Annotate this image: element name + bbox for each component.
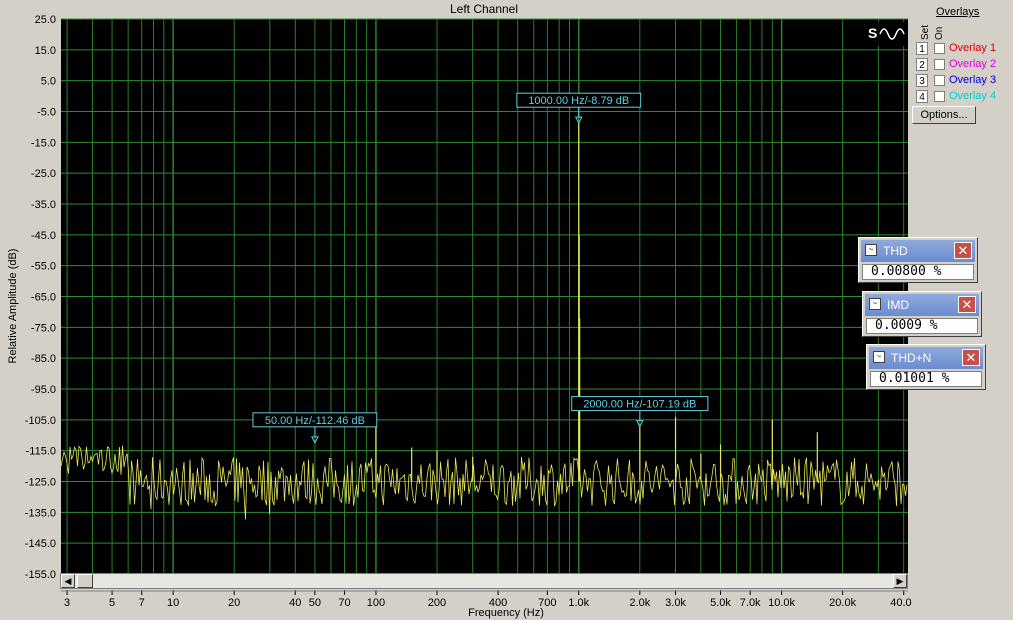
meter-titlebar[interactable]: ~ THD+N ✕ <box>869 347 983 369</box>
y-tick-label: -135.0 <box>25 507 56 519</box>
marker-label: 50.00 Hz/-112.46 dB <box>265 415 365 427</box>
y-tick-label: -15.0 <box>31 137 56 149</box>
overlay-set-button[interactable]: 3 <box>916 74 928 87</box>
x-tick-label: 1.0k <box>568 597 589 609</box>
x-tick-label: 50 <box>309 597 321 609</box>
overlay-label: Overlay 2 <box>949 58 997 70</box>
x-tick-label: 10 <box>167 597 179 609</box>
options-button[interactable]: Options... <box>912 106 976 124</box>
y-tick-label: 15.0 <box>35 45 56 57</box>
on-header: On <box>934 26 945 40</box>
overlay-checkbox[interactable] <box>934 43 945 54</box>
y-tick-label: -145.0 <box>25 538 56 550</box>
close-icon[interactable]: ✕ <box>954 242 972 259</box>
y-tick-label: -115.0 <box>26 446 56 458</box>
x-tick-label: 3 <box>64 597 70 609</box>
meter-name: IMD <box>887 298 909 312</box>
y-tick-label: -25.0 <box>31 168 56 180</box>
spectrum-chart[interactable]: 1000.00 Hz/-8.79 dB 50.00 Hz/-112.46 dB 20… <box>0 0 912 620</box>
marker-label: 2000.00 Hz/-107.19 dB <box>583 399 696 411</box>
y-tick-label: 25.0 <box>35 14 56 26</box>
meter-name: THD <box>883 244 908 258</box>
overlay-checkbox[interactable] <box>934 59 945 70</box>
x-tick-label: 100 <box>367 597 385 609</box>
y-tick-label: 5.0 <box>41 76 56 88</box>
x-tick-label: 40 <box>289 597 301 609</box>
x-tick-label: 7.0k <box>740 597 761 609</box>
y-tick-label: -45.0 <box>31 230 56 242</box>
close-icon[interactable]: ✕ <box>958 296 976 313</box>
horizontal-scrollbar[interactable]: ◀ ▶ <box>60 573 908 589</box>
meter-icon: ~ <box>873 351 885 363</box>
meter-value: 0.00800 % <box>862 264 974 280</box>
y-axis: 25.0 15.0 5.0 -5.0 -15.0 -25.0 -35.0 -45.0 -55.0… <box>25 14 56 581</box>
y-tick-label: -65.0 <box>31 292 56 304</box>
meter-icon: ~ <box>865 244 877 256</box>
meter-icon: ~ <box>869 298 881 310</box>
x-tick-label: 20.0k <box>829 597 856 609</box>
meter-titlebar[interactable]: ~ IMD ✕ <box>865 294 979 316</box>
overlay-checkbox[interactable] <box>934 75 945 86</box>
overlay-label: Overlay 4 <box>949 90 997 102</box>
overlay-set-button[interactable]: 1 <box>916 42 928 55</box>
x-tick-label: 10.0k <box>768 597 795 609</box>
meter-value: 0.01001 % <box>870 371 982 387</box>
x-tick-label: 2.0k <box>629 597 650 609</box>
close-icon[interactable]: ✕ <box>962 349 980 366</box>
y-tick-label: -85.0 <box>31 353 56 365</box>
overlay-label: Overlay 1 <box>949 42 997 54</box>
y-tick-label: -125.0 <box>25 477 56 489</box>
svg-text:S: S <box>868 25 877 41</box>
y-tick-label: -155.0 <box>25 569 56 581</box>
meter-value: 0.0009 % <box>866 318 978 334</box>
x-tick-label: 7 <box>139 597 145 609</box>
overlay-set-button[interactable]: 2 <box>916 58 928 71</box>
meter-name: THD+N <box>891 351 932 365</box>
meter-imd[interactable]: ~ IMD ✕ 0.0009 % <box>862 291 982 337</box>
set-header: Set <box>920 24 931 40</box>
x-tick-label: 5 <box>109 597 115 609</box>
y-axis-label: Relative Amplitude (dB) <box>7 249 19 364</box>
x-tick-label: 3.0k <box>665 597 686 609</box>
overlays-title: Overlays <box>936 6 980 18</box>
scroll-left-button[interactable]: ◀ <box>61 574 75 588</box>
scroll-right-button[interactable]: ▶ <box>893 574 907 588</box>
y-tick-label: -105.0 <box>25 415 56 427</box>
marker-label: 1000.00 Hz/-8.79 dB <box>528 95 629 107</box>
x-tick-label: 200 <box>428 597 446 609</box>
scroll-thumb[interactable] <box>77 574 93 588</box>
overlays-panel: Overlays Set On 1 Overlay 1 2 Overlay 2 3 Ove… <box>912 4 1012 134</box>
x-axis-label: Frequency (Hz) <box>468 607 544 619</box>
y-tick-label: -5.0 <box>37 107 56 119</box>
overlay-set-button[interactable]: 4 <box>916 90 928 103</box>
meter-titlebar[interactable]: ~ THD ✕ <box>861 240 975 262</box>
y-tick-label: -95.0 <box>31 384 56 396</box>
overlay-checkbox[interactable] <box>934 91 945 102</box>
x-tick-label: 40.0k <box>890 597 912 609</box>
y-tick-label: -75.0 <box>31 322 56 334</box>
x-tick-label: 5.0k <box>710 597 731 609</box>
x-tick-label: 20 <box>228 597 240 609</box>
overlay-label: Overlay 3 <box>949 74 997 86</box>
meter-thd-n[interactable]: ~ THD+N ✕ 0.01001 % <box>866 344 986 390</box>
y-tick-label: -35.0 <box>31 199 56 211</box>
x-tick-label: 70 <box>338 597 350 609</box>
generator-icon[interactable]: S <box>866 22 906 46</box>
meter-thd[interactable]: ~ THD ✕ 0.00800 % <box>858 237 978 283</box>
y-tick-label: -55.0 <box>31 261 56 273</box>
